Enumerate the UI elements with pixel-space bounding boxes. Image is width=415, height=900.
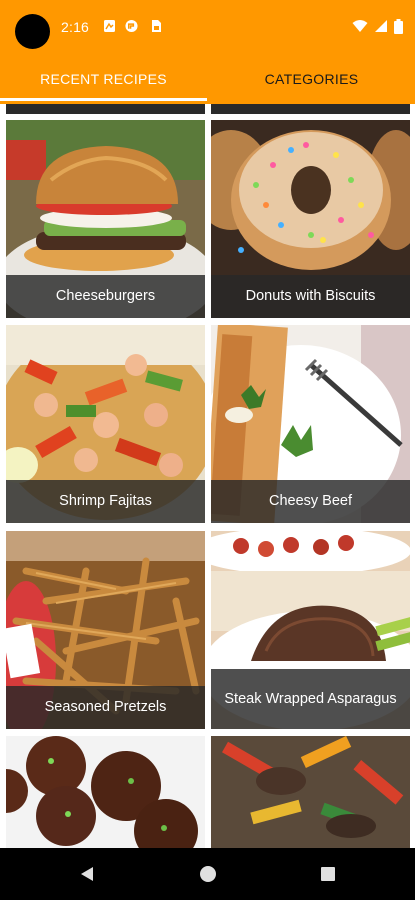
signal-icon (375, 20, 387, 32)
card-edge (6, 104, 205, 114)
recipe-card-seasoned-pretzels[interactable]: Seasoned Pretzels (6, 531, 205, 729)
recipe-grid[interactable]: Cheeseburgers Donuts with Biscuits Shrim… (0, 104, 415, 848)
notification-icon (104, 20, 115, 32)
back-icon[interactable] (78, 864, 98, 884)
recipe-title-bar: Seasoned Pretzels (6, 686, 205, 729)
tab-bar: RECENT RECIPES CATEGORIES (0, 54, 415, 104)
recipe-card-shrimp-fajitas[interactable]: Shrimp Fajitas (6, 325, 205, 523)
recipe-title-bar: Shrimp Fajitas (6, 480, 205, 523)
meatballs-photo (6, 736, 205, 848)
navigation-bar (0, 848, 415, 900)
tab-categories[interactable]: CATEGORIES (208, 54, 415, 104)
recents-icon[interactable] (318, 864, 338, 884)
status-bar: 2:16 (0, 0, 415, 54)
card-edge (211, 104, 410, 114)
recipe-title-bar: Steak Wrapped Asparagus (211, 669, 410, 729)
battery-icon (394, 18, 403, 34)
status-time: 2:16 (61, 19, 90, 35)
home-icon[interactable] (198, 864, 218, 884)
recipe-title: Steak Wrapped Asparagus (224, 690, 397, 707)
recipe-card-donuts-with-biscuits[interactable]: Donuts with Biscuits (211, 120, 410, 318)
wifi-icon (352, 20, 368, 32)
tab-indicator (0, 98, 207, 101)
recipe-title-bar: Cheeseburgers (6, 275, 205, 318)
sim-icon (152, 20, 161, 32)
recipe-card-meatballs[interactable] (6, 736, 205, 848)
recipe-title: Cheeseburgers (55, 288, 156, 304)
tab-recent-recipes[interactable]: RECENT RECIPES (0, 54, 207, 104)
recipe-title-bar: Donuts with Biscuits (211, 275, 410, 318)
recipe-title: Cheesy Beef (268, 493, 353, 509)
cast-icon (125, 19, 138, 33)
tab-recent-recipes-label: RECENT RECIPES (40, 71, 167, 87)
recipe-title: Donuts with Biscuits (245, 288, 376, 304)
recipe-card-pepper-steak[interactable] (211, 736, 410, 848)
recipe-title: Seasoned Pretzels (44, 699, 167, 715)
pepper-steak-photo (211, 736, 410, 848)
tab-categories-label: CATEGORIES (264, 71, 359, 87)
avatar-icon[interactable] (15, 14, 50, 49)
recipe-card-steak-wrapped-asparagus[interactable]: Steak Wrapped Asparagus (211, 531, 410, 729)
recipe-title-bar: Cheesy Beef (211, 480, 410, 523)
recipe-card-cheesy-beef[interactable]: Cheesy Beef (211, 325, 410, 523)
recipe-title: Shrimp Fajitas (59, 493, 152, 509)
recipe-card-cheeseburgers[interactable]: Cheeseburgers (6, 120, 205, 318)
